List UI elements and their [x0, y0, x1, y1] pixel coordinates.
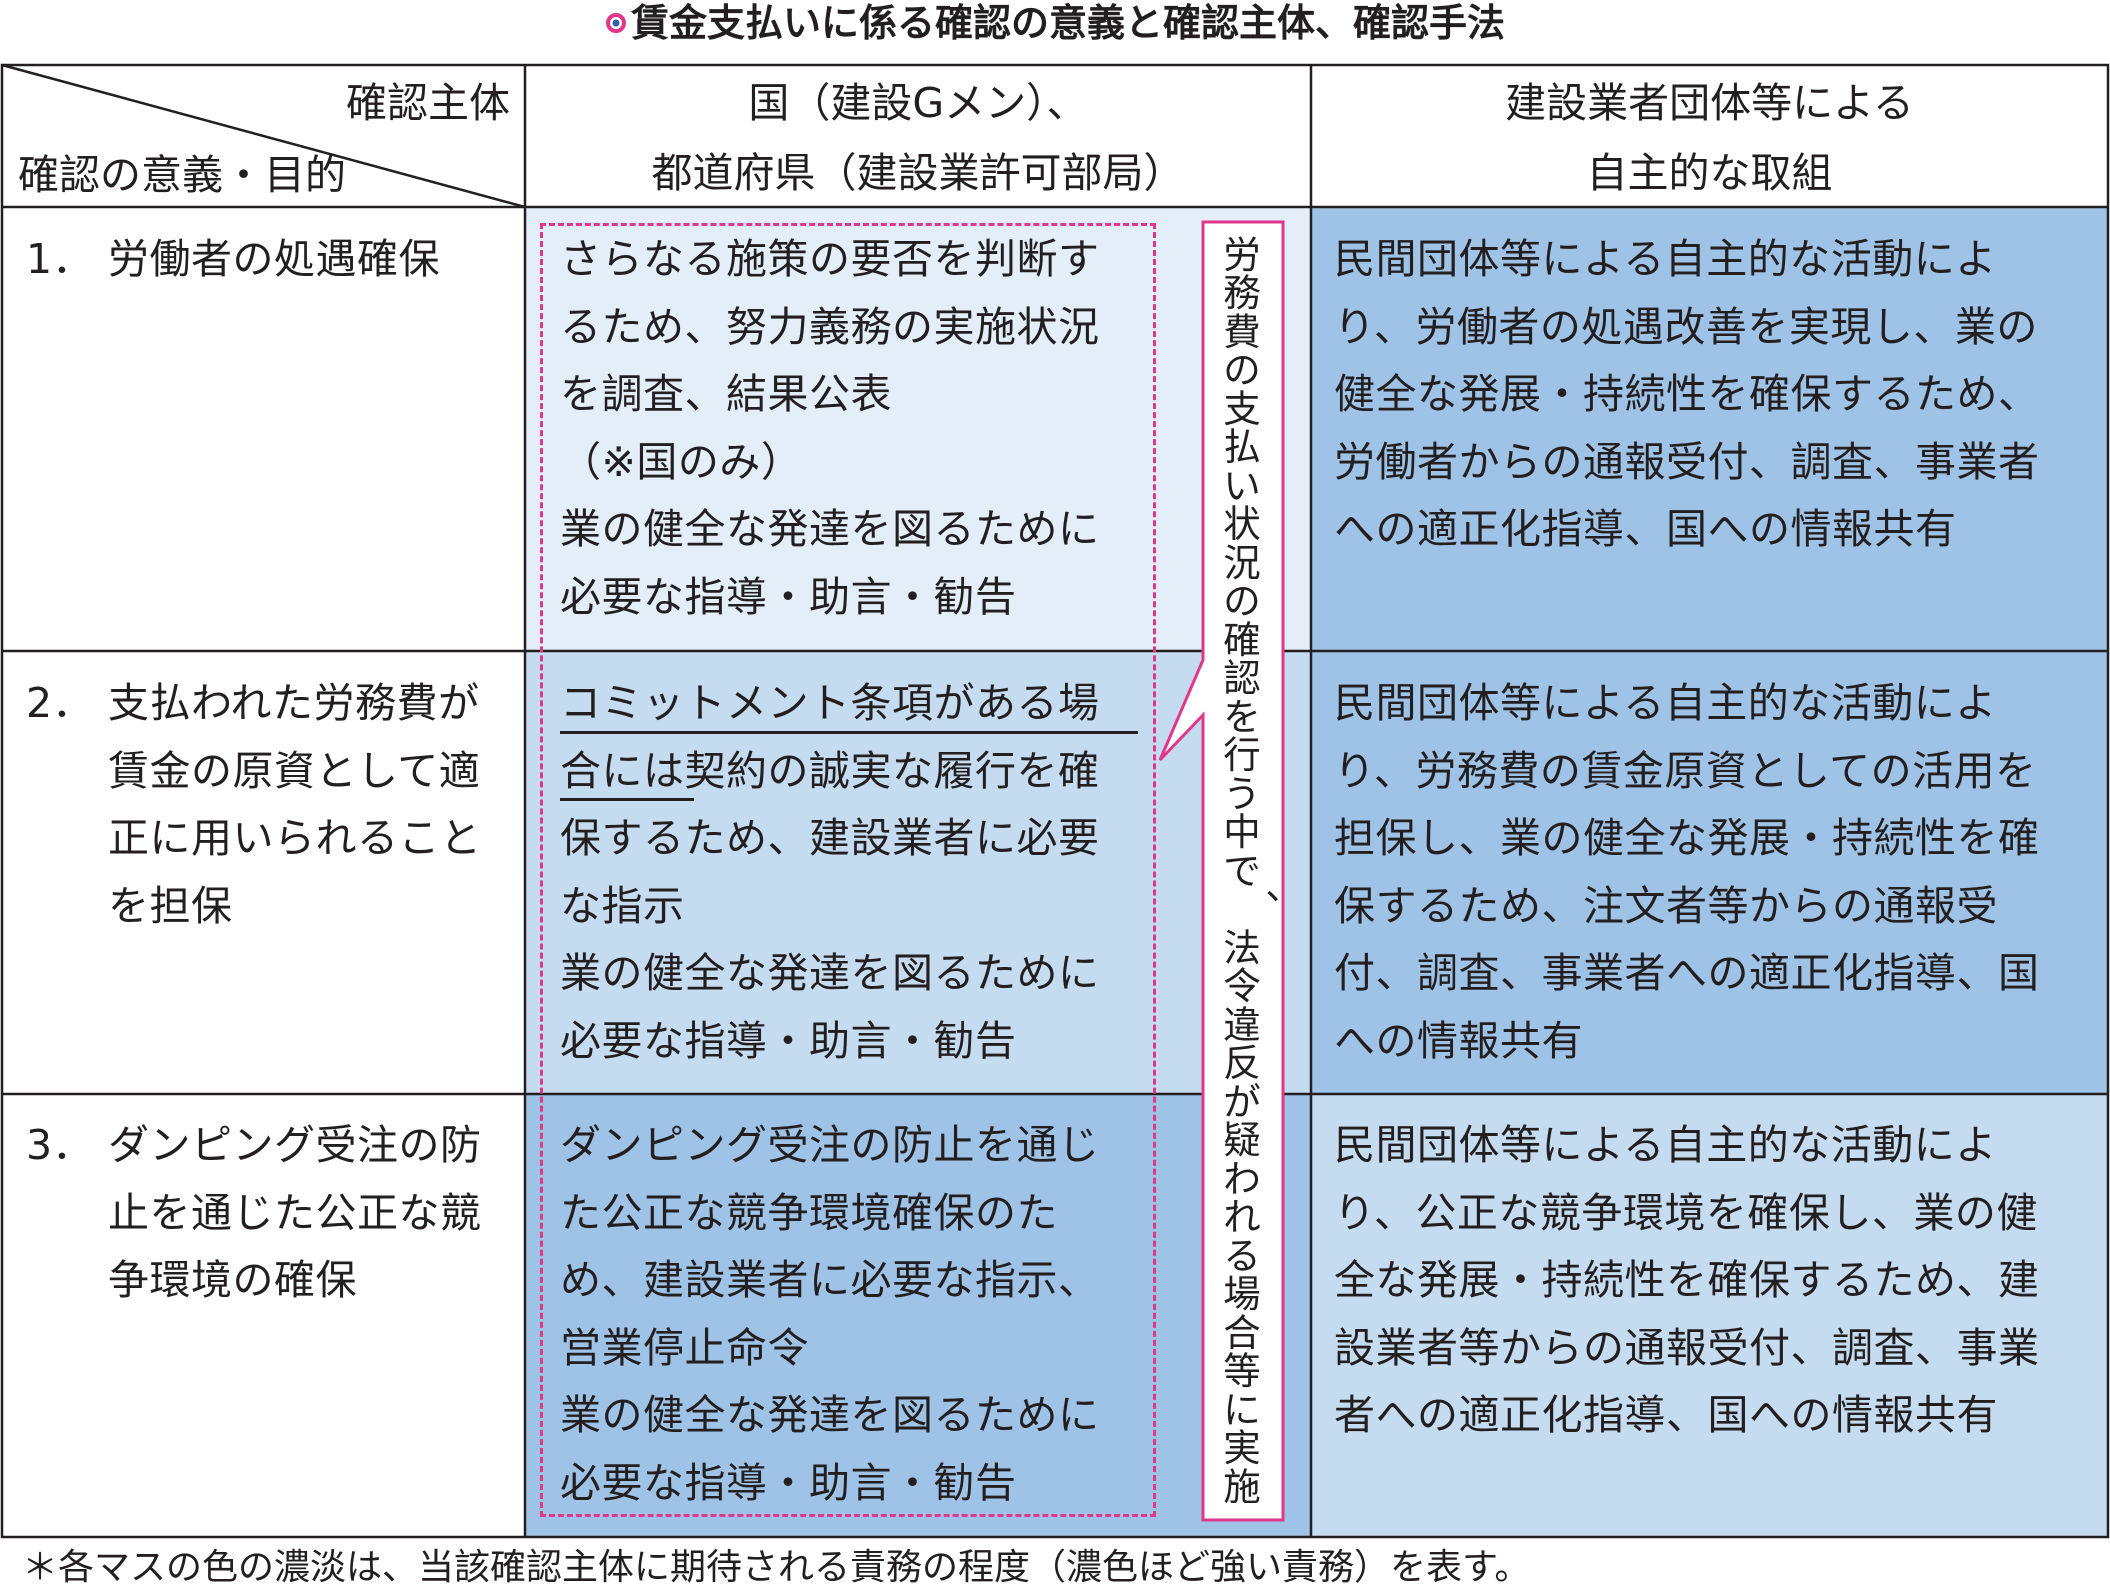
- footnote: ＊各マスの色の濃淡は、当該確認主体に期待される責務の程度（濃色ほど強い責務）を表…: [22, 1547, 1531, 1588]
- callout-char: ︑: [1242, 887, 1280, 932]
- callout-char: 令: [1223, 964, 1261, 1009]
- callout-char: 払: [1223, 425, 1261, 470]
- callout-char: 行: [1223, 733, 1261, 778]
- callout-char: 違: [1223, 1002, 1261, 1047]
- circle-bullet-icon: [605, 12, 626, 33]
- corner-header-top: 確認主体: [346, 79, 510, 127]
- callout-char: 場: [1223, 1272, 1261, 1317]
- column-header-private: 建設業者団体等による 自主的な取組: [1505, 79, 1914, 197]
- row-number-2: 2．: [26, 679, 94, 727]
- callout-char: 況: [1223, 540, 1261, 585]
- callout-char: で: [1223, 848, 1261, 893]
- callout-char: 確: [1223, 617, 1261, 662]
- callout-char: 支: [1223, 386, 1261, 431]
- callout-char: う: [1223, 771, 1261, 816]
- callout-char: を: [1223, 694, 1261, 739]
- callout-char: 施: [1223, 1464, 1261, 1509]
- callout-char: わ: [1223, 1156, 1261, 1201]
- callout-char: い: [1223, 463, 1261, 508]
- callout-char: 法: [1223, 925, 1261, 970]
- row-label-3: ダンピング受注の防 止を通じた公正な競 争環境の確保: [108, 1121, 482, 1304]
- row-label-1: 労働者の処遇確保: [108, 235, 440, 283]
- callout-char: が: [1223, 1079, 1261, 1124]
- column-header-government: 国（建設Gメン）、 都道府県（建設業許可部局）: [651, 79, 1185, 197]
- callout-char: 疑: [1223, 1118, 1261, 1163]
- callout-char: に: [1223, 1387, 1261, 1432]
- callout-char: の: [1223, 348, 1261, 393]
- row-number-1: 1．: [26, 235, 94, 283]
- callout-char: 中: [1223, 810, 1261, 855]
- callout-vertical-text: 労務費の支払い状況の確認を行う中で ︑ 法令違反が疑われる場合等に実施: [1204, 236, 1280, 1506]
- callout-char: の: [1223, 579, 1261, 624]
- row-label-2: 支払われた労務費が 賃金の原資として適 正に用いられること を担保: [108, 679, 482, 930]
- callout-char: 等: [1223, 1349, 1261, 1394]
- callout-char: 務: [1223, 271, 1261, 316]
- row-number-3: 3．: [26, 1121, 94, 1169]
- callout-char: る: [1223, 1233, 1261, 1278]
- callout-char: 労: [1223, 233, 1261, 277]
- callout-char: 合: [1223, 1310, 1261, 1355]
- callout-char: 反: [1223, 1041, 1261, 1086]
- corner-header-bottom: 確認の意義・目的: [18, 151, 346, 199]
- page-title: 賃金支払いに係る確認の意義と確認主体、確認手法: [0, 0, 2110, 50]
- private-measures-row3: 民間団体等による自主的な活動によ り、公正な競争環境を確保し、業の健 全な発展・…: [1334, 1121, 2040, 1439]
- private-measures-row1: 民間団体等による自主的な活動によ り、労働者の処遇改善を実現し、業の 健全な発展…: [1334, 235, 2040, 553]
- dashed-group-frame: [540, 223, 1156, 1517]
- callout-char: 費: [1223, 309, 1261, 354]
- title-text: 賃金支払いに係る確認の意義と確認主体、確認手法: [630, 1, 1505, 45]
- callout-char: れ: [1223, 1195, 1261, 1240]
- callout-char: 実: [1223, 1426, 1261, 1471]
- callout-char: 認: [1223, 656, 1261, 701]
- callout-char: 状: [1223, 502, 1261, 547]
- private-measures-row2: 民間団体等による自主的な活動によ り、労務費の賃金原資としての活用を 担保し、業…: [1334, 679, 2040, 1065]
